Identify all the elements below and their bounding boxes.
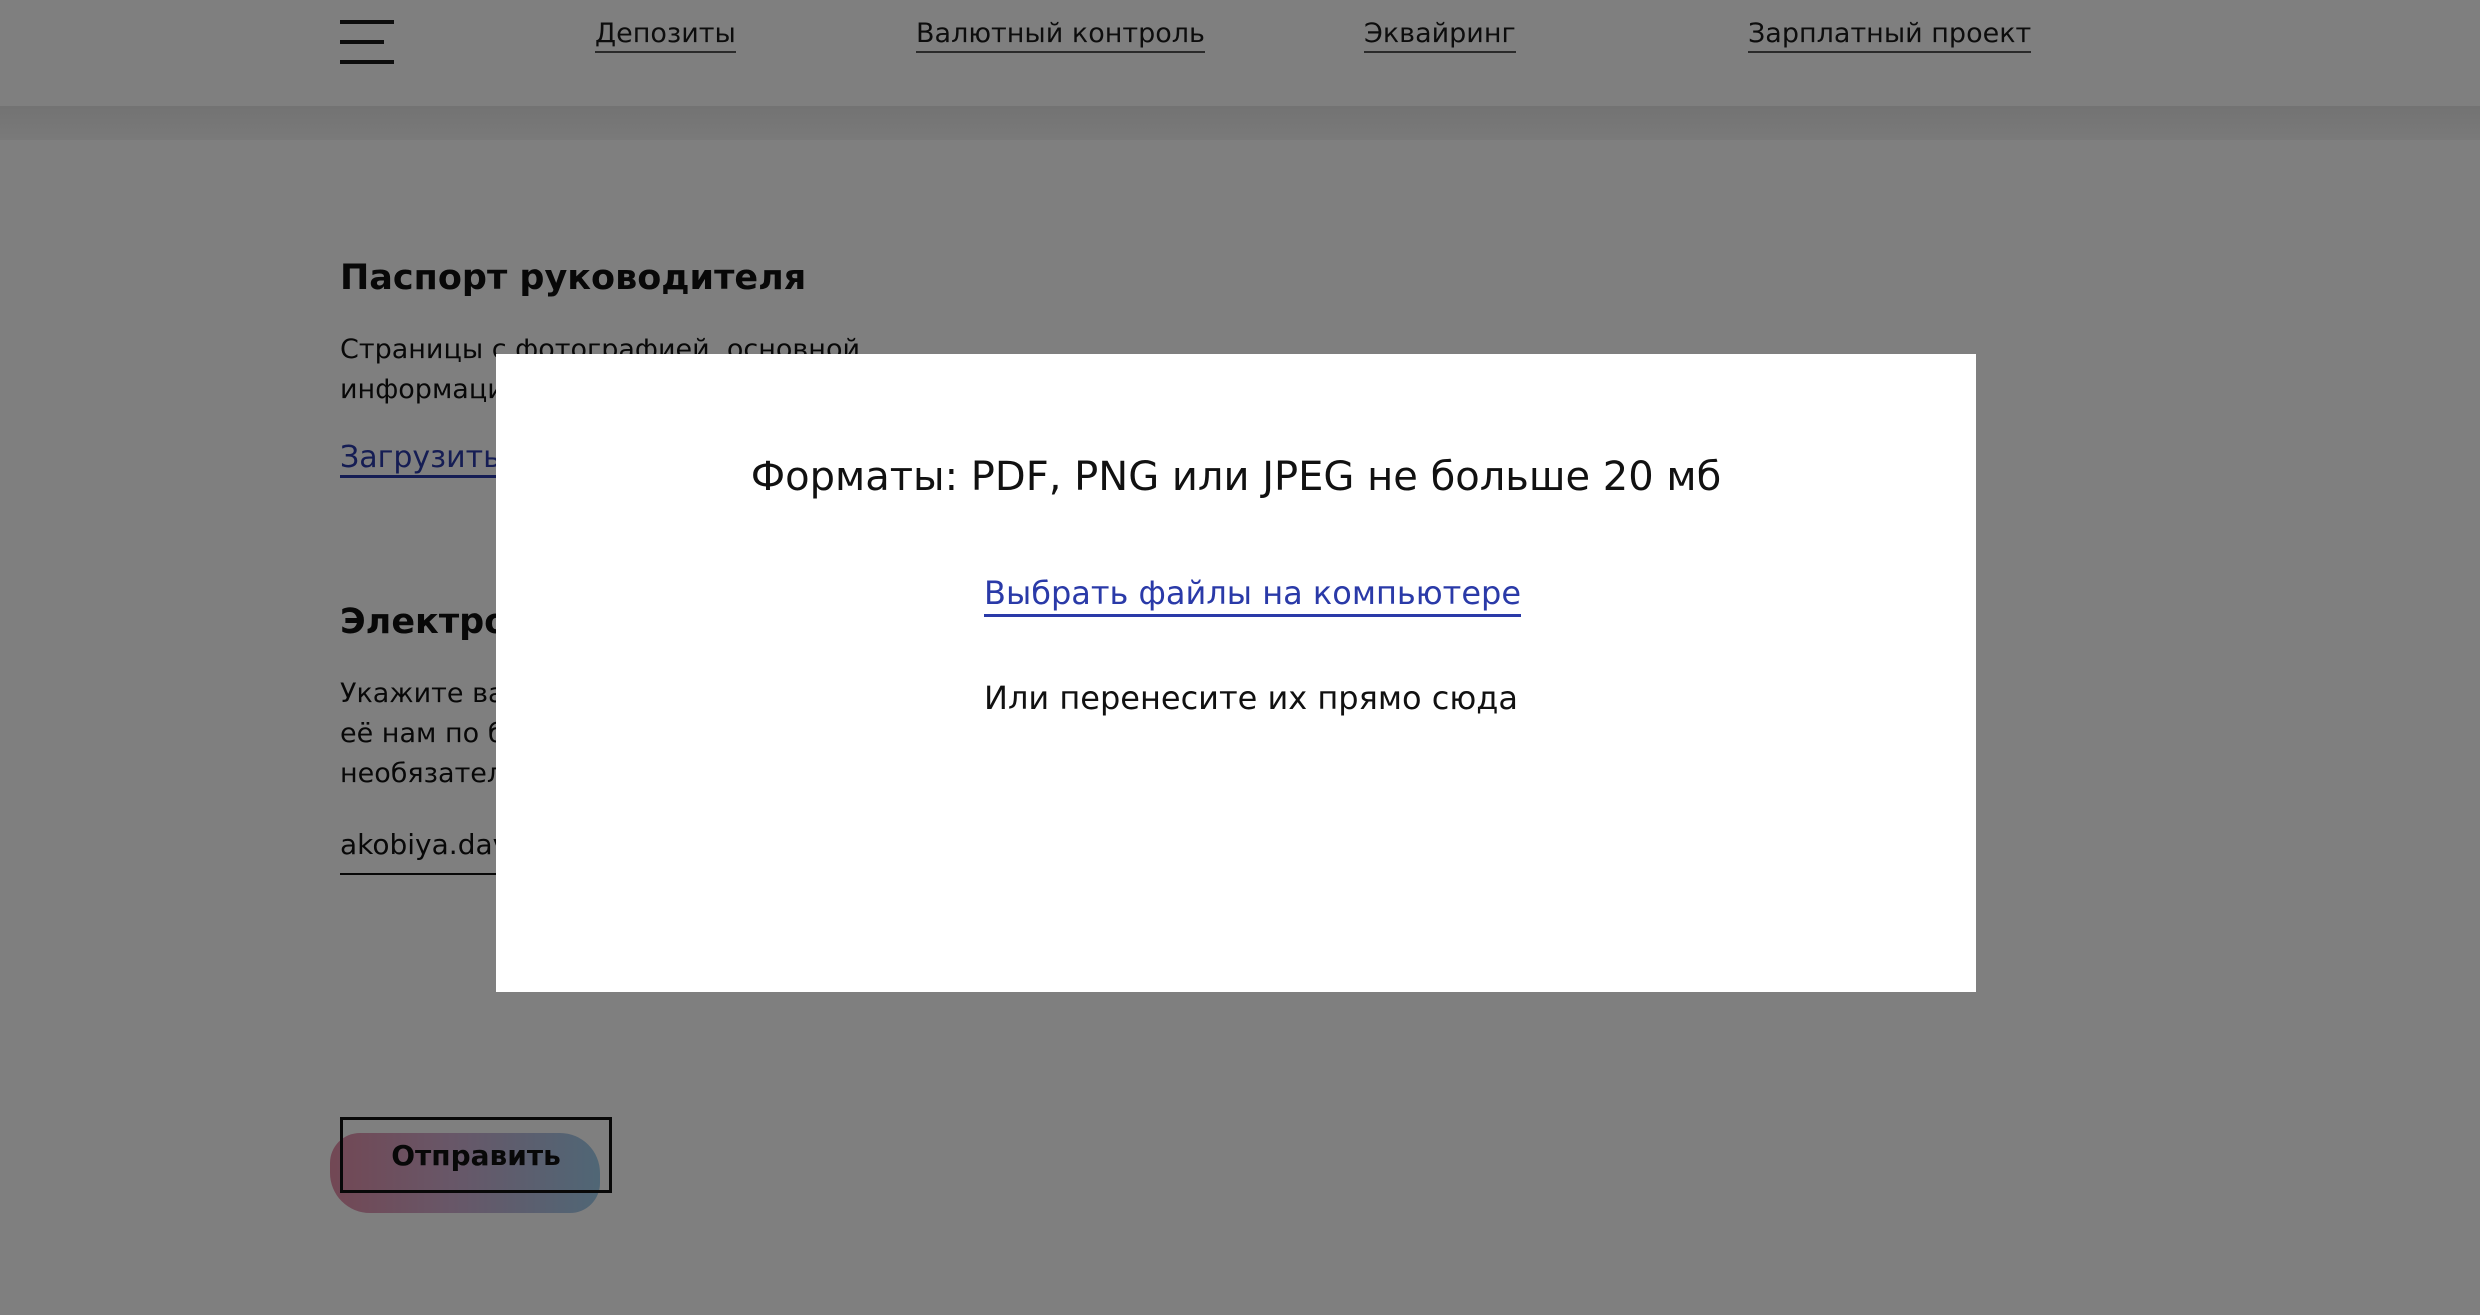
drop-hint-text: Или перенесите их прямо сюда [984,679,1519,717]
choose-files-link[interactable]: Выбрать файлы на компьютере [984,574,1521,617]
modal-formats-text: Форматы: PDF, PNG или JPEG не больше 20 … [750,454,1722,500]
upload-modal[interactable]: Форматы: PDF, PNG или JPEG не больше 20 … [496,354,1976,992]
